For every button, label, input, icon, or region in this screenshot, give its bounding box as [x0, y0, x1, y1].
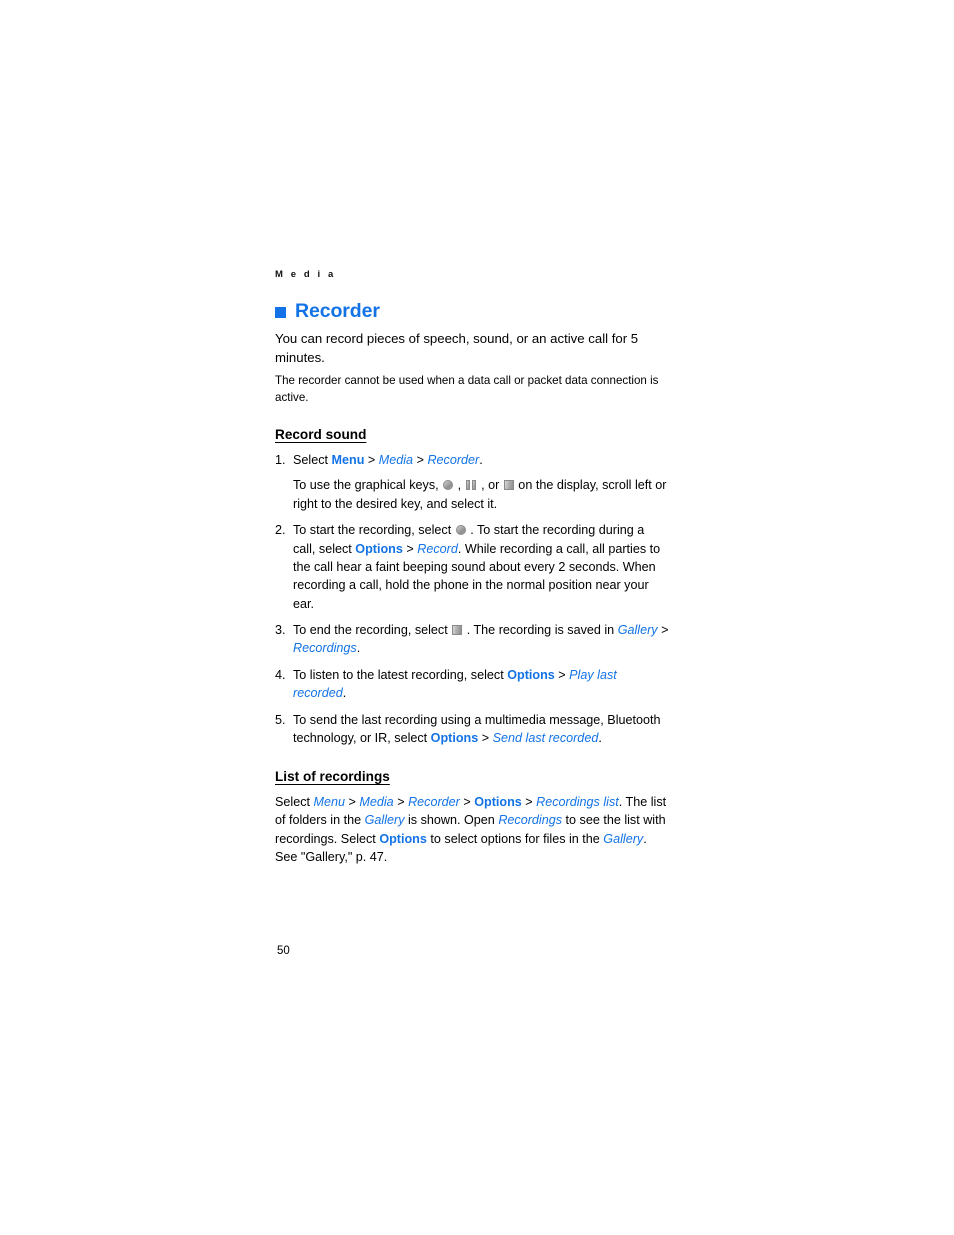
options-link[interactable]: Options: [379, 832, 427, 846]
pause-bars-icon: [465, 480, 477, 491]
page-number: 50: [277, 945, 290, 957]
recordings-link[interactable]: Recordings: [498, 813, 562, 827]
nav-separator: >: [413, 453, 428, 468]
chapter-heading: Recorder: [275, 299, 669, 322]
step-text-part-2: .: [342, 686, 347, 701]
blue-square-bullet-icon: [275, 306, 286, 318]
nav-separator: >: [459, 794, 475, 809]
nav-menu-link[interactable]: Menu: [332, 453, 365, 467]
paragraph-part-d: to select options for files in the: [426, 831, 604, 846]
step-text-part-1: To end the recording, select: [293, 623, 452, 638]
step-number: 1.: [275, 453, 286, 468]
step-number: 4.: [275, 667, 286, 682]
nav-media-link[interactable]: Media: [359, 795, 393, 809]
record-link[interactable]: Record: [417, 542, 458, 556]
nav-separator: >: [478, 730, 493, 745]
record-circle-icon: [455, 525, 466, 536]
nav-menu-link[interactable]: Menu: [314, 795, 346, 809]
gallery-link[interactable]: Gallery: [603, 832, 643, 846]
step-text: To listen to the latest recording, selec…: [293, 668, 617, 700]
step-number: 3.: [275, 623, 286, 638]
list-item: 2. To start the recording, select . To s…: [275, 521, 669, 613]
step-text: Select Menu > Media > Recorder.: [293, 453, 483, 467]
options-link[interactable]: Options: [431, 731, 479, 745]
paragraph-lead: Select: [275, 794, 314, 809]
step-text-part-1: To start the recording, select: [293, 523, 455, 538]
list-item: 1. Select Menu > Media > Recorder. To us…: [275, 451, 669, 513]
list-item: 3. To end the recording, select . The re…: [275, 621, 669, 658]
gallery-link[interactable]: Gallery: [618, 623, 658, 637]
step-text: To end the recording, select . The recor…: [293, 623, 668, 655]
step-text: To start the recording, select . To star…: [293, 523, 660, 611]
nav-separator: >: [521, 794, 537, 809]
step-lead: Select: [293, 453, 332, 468]
step-number: 5.: [275, 712, 286, 727]
substep-sep-1: ,: [454, 478, 465, 493]
page-title: Recorder: [295, 299, 380, 322]
recordings-link[interactable]: Recordings: [293, 641, 357, 655]
running-header: M e d i a: [275, 269, 336, 280]
record-sound-steps: 1. Select Menu > Media > Recorder. To us…: [275, 451, 669, 747]
step-number: 2.: [275, 523, 286, 538]
nav-separator: >: [393, 794, 409, 809]
nav-separator: >: [657, 623, 669, 638]
nav-recorder-link[interactable]: Recorder: [408, 795, 460, 809]
options-link[interactable]: Options: [507, 668, 555, 682]
nav-period: .: [479, 453, 483, 468]
nav-separator: >: [402, 541, 418, 556]
step-text: To send the last recording using a multi…: [293, 713, 661, 745]
nav-recorder-link[interactable]: Recorder: [427, 453, 479, 467]
recordings-list-link[interactable]: Recordings list: [536, 795, 619, 809]
step-text-part-2: . The recording is saved in: [463, 623, 618, 638]
send-last-recorded-link[interactable]: Send last recorded: [493, 731, 599, 745]
nav-separator: >: [554, 667, 570, 682]
stop-square-icon: [503, 480, 514, 491]
options-link[interactable]: Options: [474, 795, 522, 809]
list-item: 4. To listen to the latest recording, se…: [275, 666, 669, 703]
chapter-note-text: The recorder cannot be used when a data …: [275, 374, 659, 404]
cross-reference-text: See "Gallery," p. 47.: [275, 850, 388, 865]
nav-separator: >: [364, 453, 379, 468]
list-of-recordings-paragraph: Select Menu > Media > Recorder > Options…: [275, 793, 669, 848]
chapter-intro-text: You can record pieces of speech, sound, …: [275, 331, 639, 365]
nav-media-link[interactable]: Media: [379, 453, 413, 467]
list-of-recordings-heading-wrap: List of recordings: [275, 768, 669, 793]
paragraph-part-e: .: [643, 831, 647, 846]
stop-square-icon: [452, 625, 463, 636]
section-divider: [275, 747, 669, 768]
section-heading-record-sound: Record sound: [275, 427, 367, 443]
step-text-part-3: .: [356, 641, 361, 656]
paragraph-part-b: is shown. Open: [404, 813, 499, 828]
page-content: M e d i a Recorder You can record pieces…: [275, 270, 669, 866]
substep-pre-text: To use the graphical keys,: [293, 478, 443, 493]
step-1-substep: To use the graphical keys, , , or on the…: [293, 476, 669, 513]
options-link[interactable]: Options: [355, 542, 403, 556]
gallery-link[interactable]: Gallery: [365, 813, 405, 827]
nav-separator: >: [345, 794, 360, 809]
step-text-part-2: .: [598, 730, 602, 745]
substep-sep-2: , or: [477, 478, 503, 493]
list-item: 5. To send the last recording using a mu…: [275, 711, 669, 748]
record-sound-heading-wrap: Record sound: [275, 426, 669, 451]
step-text-part-1: To listen to the latest recording, selec…: [293, 667, 508, 682]
section-heading-list-of-recordings: List of recordings: [275, 769, 390, 785]
record-circle-icon: [443, 480, 454, 491]
